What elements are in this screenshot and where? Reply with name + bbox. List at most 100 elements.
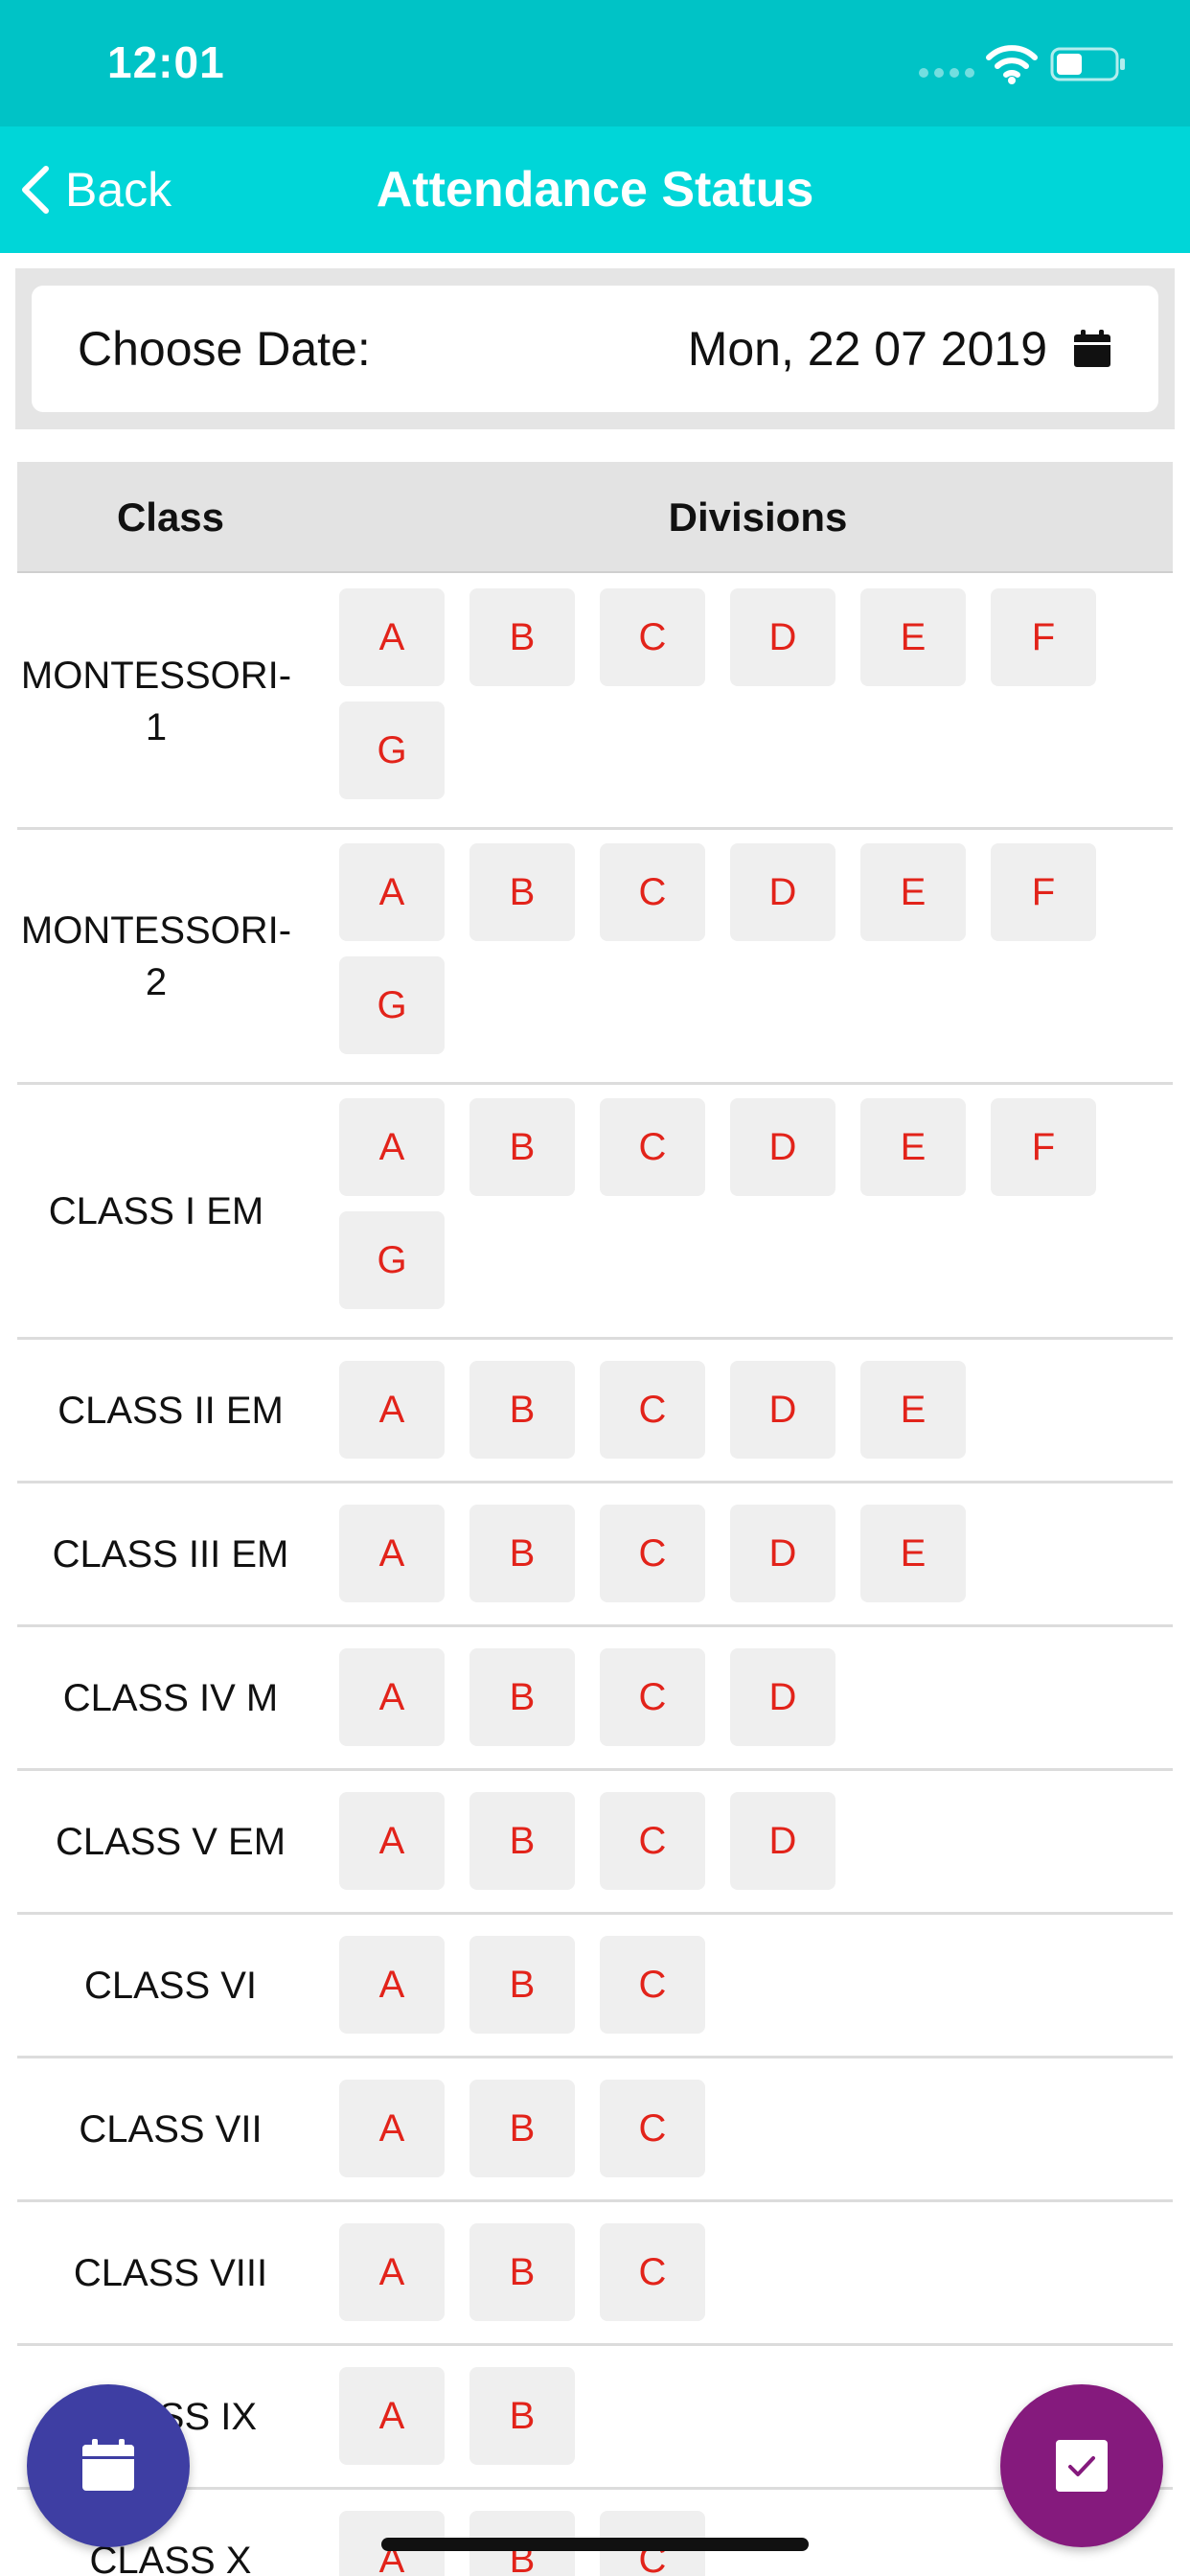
division-button[interactable]: C [600,843,705,941]
division-button[interactable]: A [339,1792,445,1890]
divisions-list: ABC [339,1936,1173,2034]
table-row: CLASS III EM A B C D E [17,1484,1173,1627]
calendar-fab-button[interactable] [27,2384,190,2547]
class-name: CLASS V EM [55,1820,286,1863]
division-button[interactable]: G [339,702,445,799]
class-name: MONTESSORI-2 [20,908,292,1003]
date-picker-button[interactable]: Mon, 22 07 2019 [688,286,1112,412]
division-button[interactable]: D [730,1792,835,1890]
division-button[interactable]: E [860,1098,966,1196]
division-button[interactable]: B [469,1098,575,1196]
division-button[interactable]: B [469,2080,575,2177]
wifi-icon [986,45,1038,84]
division-button[interactable]: D [730,1505,835,1602]
division-button[interactable]: D [730,1648,835,1746]
battery-icon [1050,47,1125,81]
table-row: CLASS II EM A B C D E [17,1340,1173,1484]
back-button[interactable]: Back [19,155,211,224]
division-button[interactable]: C [600,1792,705,1890]
division-button[interactable]: A [339,1648,445,1746]
division-button[interactable]: E [860,1361,966,1459]
class-name: MONTESSORI-1 [20,654,292,748]
class-name: CLASS III EM [52,1532,289,1576]
divisions-list: ABCDE [339,1505,1173,1602]
selected-date: Mon, 22 07 2019 [687,322,1047,376]
divisions-list: ABCDEF G [339,588,1173,799]
date-picker-row[interactable]: Choose Date: Mon, 22 07 2019 [32,286,1158,412]
cellular-signal-icon [919,68,974,78]
status-time: 12:01 [107,37,225,87]
divisions-list: ABCDEF G [339,843,1173,1054]
table-header: Class Divisions [17,462,1173,573]
division-button[interactable]: B [469,588,575,686]
table-row: CLASS VIII A B C [17,2202,1173,2346]
division-button[interactable]: A [339,2367,445,2465]
division-button[interactable]: C [600,1648,705,1746]
table-row: CLASS V EM A B C D [17,1771,1173,1915]
divisions-list: ABC [339,2223,1173,2321]
division-button[interactable]: A [339,1936,445,2034]
division-button[interactable]: A [339,1098,445,1196]
back-label: Back [65,163,172,217]
division-button[interactable]: C [600,1098,705,1196]
division-button[interactable]: B [469,1648,575,1746]
division-button[interactable]: E [860,843,966,941]
checkbox-icon [1056,2440,1108,2492]
date-label: Choose Date: [78,322,371,376]
division-button[interactable]: C [600,2223,705,2321]
class-name: CLASS VII [79,2107,263,2150]
class-name: CLASS II EM [57,1389,284,1432]
division-button[interactable]: E [860,1505,966,1602]
date-section: Choose Date: Mon, 22 07 2019 [15,268,1175,429]
table-row: CLASS IV M ABCD [17,1627,1173,1771]
division-button[interactable]: B [469,1361,575,1459]
divisions-list: ABCDE [339,1361,1173,1459]
division-button[interactable]: B [469,2367,575,2465]
app-screen: 12:01 Back Attendance Status Choose Date… [0,0,1190,2576]
division-button[interactable]: B [469,2223,575,2321]
navigation-bar: Back Attendance Status [0,126,1190,253]
table-row: CLASS I EM A B C D E F G [17,1085,1173,1340]
table-row: CLASS XABC [17,2490,1173,2576]
division-button[interactable]: A [339,843,445,941]
division-button[interactable]: C [600,1361,705,1459]
division-button[interactable]: D [730,588,835,686]
division-button[interactable]: C [600,1936,705,2034]
column-header-class: Class [116,494,225,540]
division-button[interactable]: B [469,1936,575,2034]
class-name: CLASS I EM [48,1189,264,1232]
column-header-divisions: Divisions [668,494,848,540]
division-button[interactable]: G [339,1211,445,1309]
class-name: CLASS IV M [62,1676,279,1719]
calendar-icon [1074,330,1110,367]
division-button[interactable]: G [339,956,445,1054]
division-button[interactable]: B [469,1792,575,1890]
division-button[interactable]: A [339,2223,445,2321]
home-indicator [381,2538,809,2551]
division-button[interactable]: B [469,1505,575,1602]
division-button[interactable]: C [600,2080,705,2177]
division-button[interactable]: F [991,843,1096,941]
division-button[interactable]: B [469,843,575,941]
division-button[interactable]: C [600,1505,705,1602]
division-button[interactable]: A [339,2080,445,2177]
division-button[interactable]: F [991,1098,1096,1196]
class-name: CLASS VI [83,1964,258,2007]
calendar-icon [82,2439,134,2491]
table-row: MONTESSORI-2 A B C D E F G [17,830,1173,1085]
status-bar: 12:01 [0,0,1190,126]
division-button[interactable]: A [339,588,445,686]
division-button[interactable]: A [339,1361,445,1459]
division-button[interactable]: F [991,588,1096,686]
division-button[interactable]: D [730,843,835,941]
division-button[interactable]: D [730,1098,835,1196]
division-button[interactable]: C [600,588,705,686]
chevron-left-icon [22,166,49,214]
divisions-list: ABCDEF G [339,1098,1173,1309]
division-button[interactable]: D [730,1361,835,1459]
division-button[interactable]: A [339,1505,445,1602]
mark-attendance-fab-button[interactable] [1000,2384,1163,2547]
divisions-list: ABCD [339,1792,1173,1890]
division-button[interactable]: E [860,588,966,686]
table-row: CLASS VII A B C [17,2058,1173,2202]
